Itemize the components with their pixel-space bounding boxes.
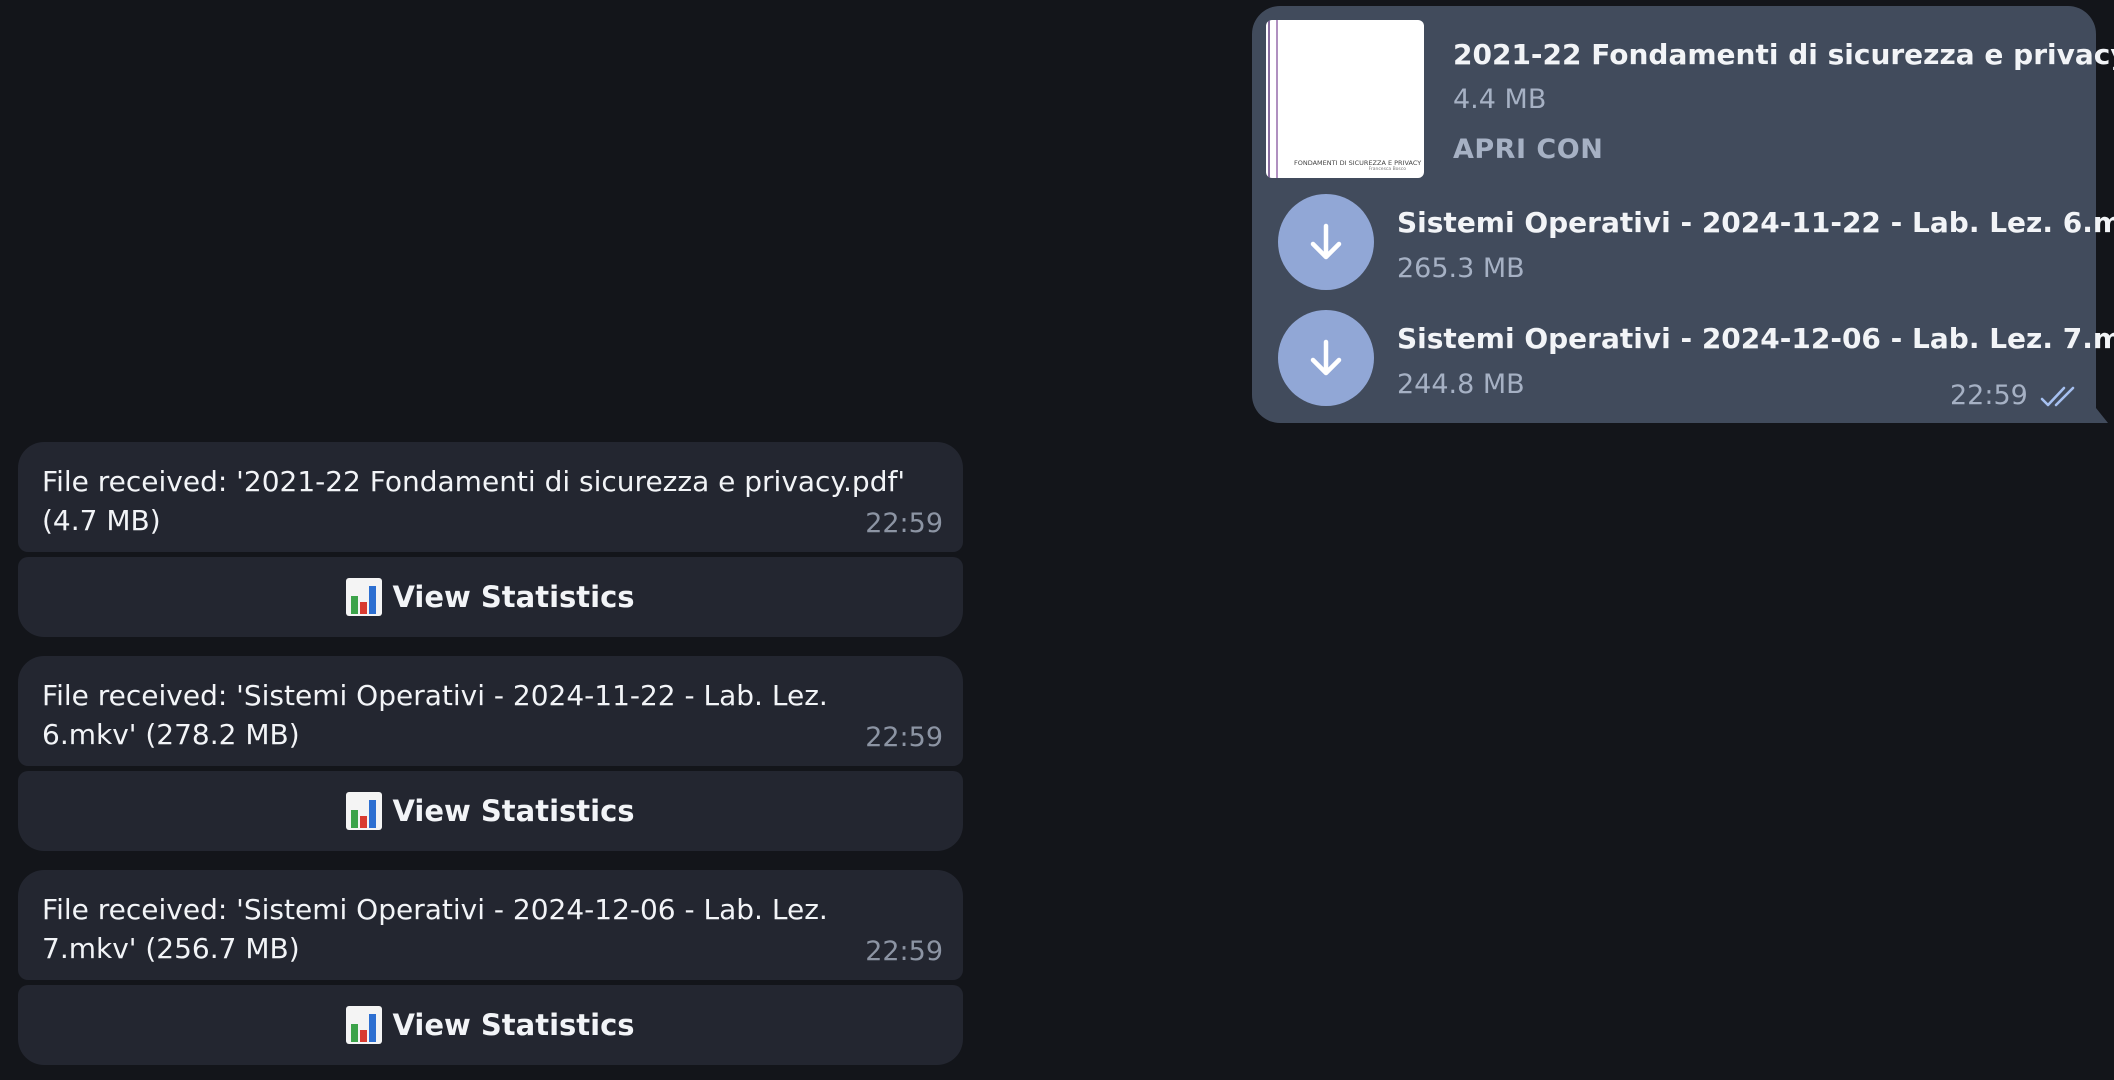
thumbnail-decoration [1276, 20, 1278, 178]
video-file-size: 265.3 MB [1397, 253, 1525, 284]
message-text: File received: 'Sistemi Operativi - 2024… [42, 893, 828, 965]
pdf-file-name[interactable]: 2021-22 Fondamenti di sicurezza e privac… [1453, 38, 2114, 71]
download-button[interactable] [1278, 310, 1374, 406]
download-arrow-icon [1310, 223, 1342, 260]
video-file-name[interactable]: Sistemi Operativi - 2024-11-22 - Lab. Le… [1397, 206, 2114, 239]
view-statistics-label: View Statistics [392, 1008, 635, 1042]
double-check-icon [2040, 386, 2075, 407]
bar-chart-icon [346, 792, 383, 830]
incoming-message: File received: '2021-22 Fondamenti di si… [18, 442, 963, 552]
bar-chart-icon [346, 1006, 383, 1044]
thumbnail-decoration [1268, 20, 1270, 178]
incoming-message: File received: 'Sistemi Operativi - 2024… [18, 656, 963, 766]
view-statistics-button[interactable]: View Statistics [18, 985, 963, 1065]
view-statistics-label: View Statistics [392, 580, 635, 614]
chat-area: FONDAMENTI DI SICUREZZA E PRIVACY France… [0, 0, 2114, 1080]
message-text: File received: '2021-22 Fondamenti di si… [42, 465, 906, 537]
pdf-thumbnail[interactable]: FONDAMENTI DI SICUREZZA E PRIVACY France… [1266, 20, 1424, 178]
pdf-file-size: 4.4 MB [1453, 84, 1547, 115]
download-arrow-icon [1310, 339, 1342, 376]
video-file-name[interactable]: Sistemi Operativi - 2024-12-06 - Lab. Le… [1397, 322, 2114, 355]
incoming-message: File received: 'Sistemi Operativi - 2024… [18, 870, 963, 980]
outgoing-message: FONDAMENTI DI SICUREZZA E PRIVACY France… [1252, 6, 2114, 423]
video-file-size: 244.8 MB [1397, 369, 1525, 400]
view-statistics-button[interactable]: View Statistics [18, 771, 963, 851]
view-statistics-button[interactable]: View Statistics [18, 557, 963, 637]
message-text: File received: 'Sistemi Operativi - 2024… [42, 679, 828, 751]
view-statistics-label: View Statistics [392, 794, 635, 828]
message-time: 22:59 [865, 722, 943, 753]
message-time: 22:59 [865, 936, 943, 967]
thumbnail-author: Francesca Bosco [1368, 167, 1406, 172]
message-time: 22:59 [865, 508, 943, 539]
bar-chart-icon [346, 578, 383, 616]
thumbnail-title: FONDAMENTI DI SICUREZZA E PRIVACY [1294, 159, 1422, 167]
message-time: 22:59 [1950, 380, 2028, 411]
download-button[interactable] [1278, 194, 1374, 290]
bubble-tail [2088, 398, 2108, 423]
open-with-button[interactable]: APRI CON [1453, 134, 1603, 165]
